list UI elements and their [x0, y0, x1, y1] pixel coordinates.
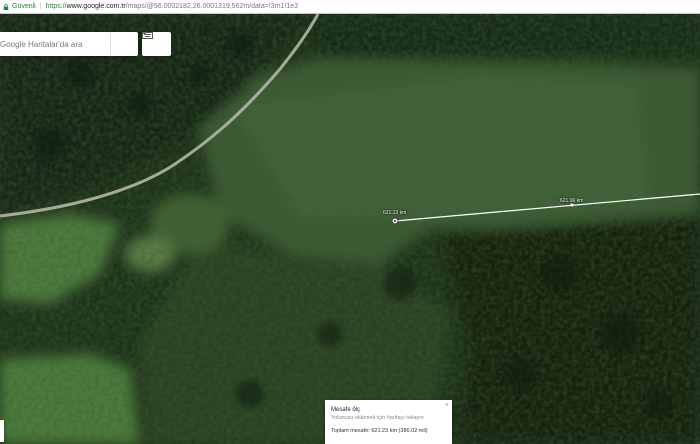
- side-control[interactable]: [0, 420, 4, 442]
- measure-card-total: Toplam mesafe: 621.23 km (386.02 mil): [331, 428, 428, 434]
- lock-icon: [3, 3, 9, 10]
- input-tools-button[interactable]: [142, 32, 171, 56]
- measure-distance-card: Mesafe ölç Yolunuzu eklemek için haritay…: [325, 400, 452, 444]
- url-host: www.google.com.tr: [66, 3, 126, 10]
- satellite-imagery: [0, 14, 700, 444]
- directions-button[interactable]: [110, 33, 132, 55]
- search-input[interactable]: [0, 33, 92, 55]
- chevron-down-icon: [142, 32, 147, 35]
- url-separator: |: [39, 3, 42, 10]
- browser-address-bar[interactable]: Güvenli | https://www.google.com.tr/maps…: [0, 0, 700, 14]
- measure-card-title: Mesafe ölç: [331, 407, 361, 413]
- secure-label: Güvenli: [12, 3, 36, 10]
- satellite-map[interactable]: 621.23 km 621.06 km: [0, 14, 700, 444]
- measure-card-hint: Yolunuzu eklemek için haritayı tıklayın: [331, 415, 424, 421]
- url-protocol: https://: [45, 3, 67, 10]
- measure-start-label: 621.23 km: [383, 210, 407, 216]
- close-button[interactable]: ×: [445, 402, 449, 409]
- search-button[interactable]: [92, 33, 110, 55]
- measure-segment-label: 621.06 km: [560, 198, 584, 204]
- search-box: [0, 32, 138, 56]
- url-path: /maps/@56.0002182,26.0001319,562m/data=!…: [125, 3, 299, 10]
